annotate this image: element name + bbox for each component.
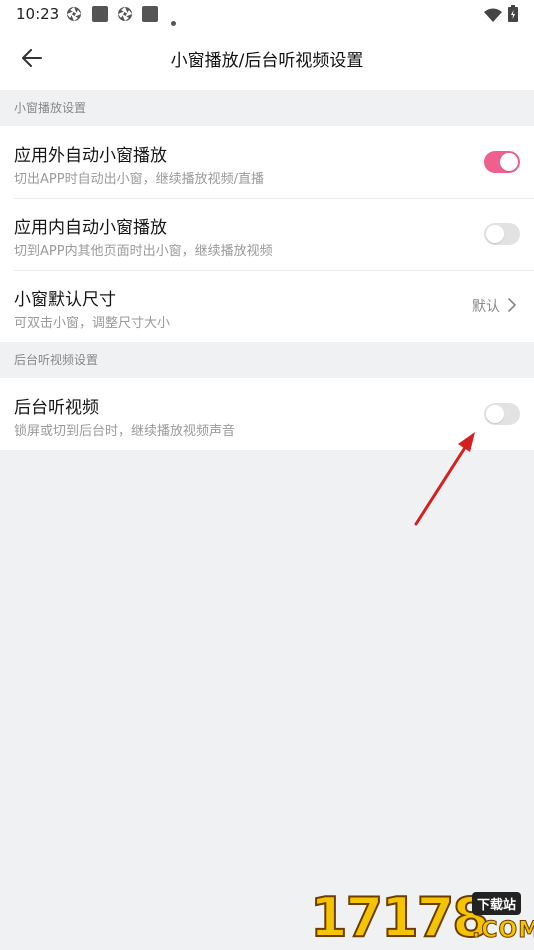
background-play-toggle[interactable] (484, 403, 520, 425)
setting-title: 小窗默认尺寸 (14, 290, 116, 310)
setting-row-auto-pip-outside[interactable]: 应用外自动小窗播放 切出APP时自动出小窗，继续播放视频/直播 (0, 126, 534, 198)
notification-square-icon (92, 6, 108, 26)
section-header-pip: 小窗播放设置 (14, 101, 87, 115)
aperture-icon (66, 6, 82, 26)
battery-icon (508, 5, 518, 26)
watermark-number: 17178 (309, 886, 491, 949)
status-time: 10:23 (16, 5, 60, 23)
setting-subtitle: 可双击小窗，调整尺寸大小 (14, 316, 171, 331)
setting-row-pip-default-size[interactable]: 小窗默认尺寸 可双击小窗，调整尺寸大小 默认 (0, 270, 534, 342)
pip-size-value: 默认 (472, 299, 500, 315)
chevron-right-icon (508, 298, 516, 312)
setting-subtitle: 切出APP时自动出小窗，继续播放视频/直播 (14, 172, 264, 187)
auto-pip-inside-toggle[interactable] (484, 223, 520, 245)
aperture-icon-2 (117, 6, 133, 26)
setting-title: 应用内自动小窗播放 (14, 218, 167, 238)
watermark-suffix: .COM (471, 918, 534, 944)
toggle-knob (486, 405, 504, 423)
setting-subtitle: 切到APP内其他页面时出小窗，继续播放视频 (14, 244, 273, 259)
setting-title: 后台听视频 (14, 398, 99, 418)
notification-square-icon-2 (142, 6, 158, 26)
setting-row-auto-pip-inside[interactable]: 应用内自动小窗播放 切到APP内其他页面时出小窗，继续播放视频 (0, 198, 534, 270)
watermark-badge: 下载站 (472, 892, 522, 915)
toggle-knob (486, 225, 504, 243)
auto-pip-outside-toggle[interactable] (484, 151, 520, 173)
wifi-icon (484, 7, 502, 26)
settings-group-pip: 应用外自动小窗播放 切出APP时自动出小窗，继续播放视频/直播 应用内自动小窗播… (0, 126, 534, 342)
setting-title: 应用外自动小窗播放 (14, 146, 167, 166)
watermark-logo: 17178 下载站 .COM (309, 886, 534, 950)
app-bar: 小窗播放/后台听视频设置 (0, 28, 534, 90)
setting-subtitle: 锁屏或切到后台时，继续播放视频声音 (14, 424, 236, 439)
settings-group-background: 后台听视频 锁屏或切到后台时，继续播放视频声音 (0, 378, 534, 450)
toggle-knob (500, 153, 518, 171)
status-bar: 10:23 (0, 0, 534, 28)
page-title: 小窗播放/后台听视频设置 (170, 51, 364, 71)
section-header-background: 后台听视频设置 (14, 353, 99, 367)
setting-row-background-play[interactable]: 后台听视频 锁屏或切到后台时，继续播放视频声音 (0, 378, 534, 450)
